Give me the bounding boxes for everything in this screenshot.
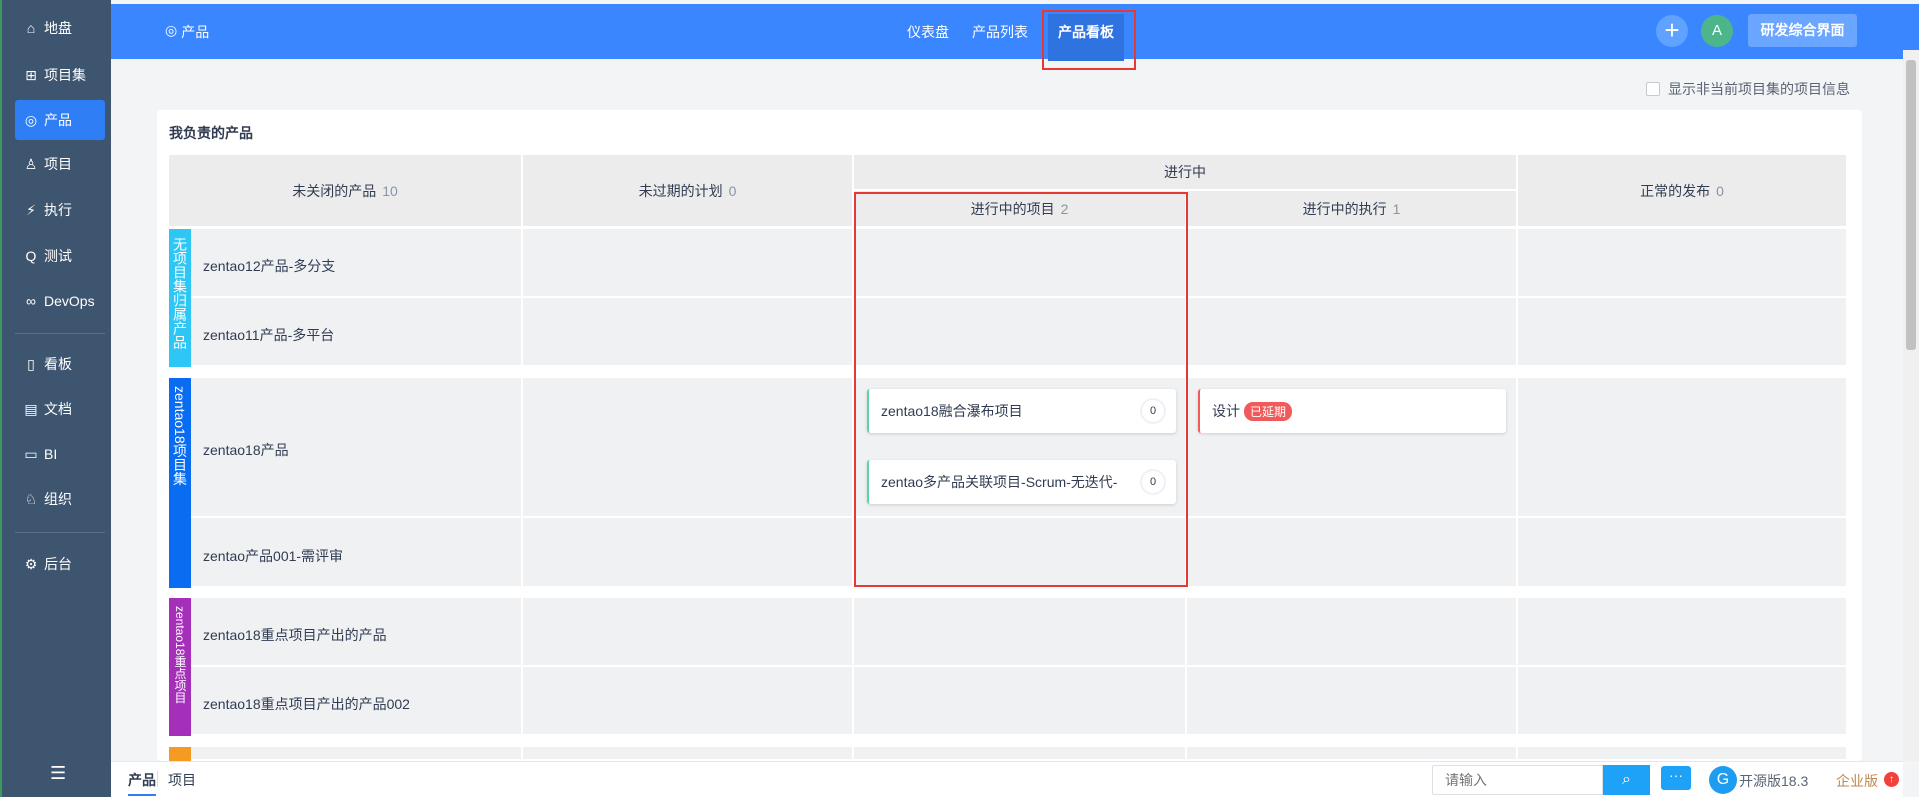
- sidebar-divider: [15, 333, 105, 334]
- bottom-tab-project[interactable]: 项目: [168, 770, 196, 790]
- sidebar-item-product[interactable]: ◎ 产品: [15, 100, 105, 140]
- board-cell: [523, 298, 854, 367]
- sidebar-item-dashboard[interactable]: ⌂ 地盘: [15, 8, 105, 48]
- board-cell: [1518, 518, 1848, 588]
- board-cell: [1518, 298, 1848, 367]
- sidebar-item-project[interactable]: ♙ 项目: [15, 144, 105, 184]
- board-cell: [1187, 667, 1518, 736]
- module-title: ◎ 产品: [165, 22, 210, 40]
- scrollbar[interactable]: [1903, 50, 1919, 761]
- bottom-bar: 产品 项目 ⌕ ··· G 开源版18.3 企业版 ↑: [111, 761, 1903, 797]
- board-cell: [1518, 229, 1848, 298]
- avatar[interactable]: A: [1701, 15, 1733, 47]
- app-switch-button[interactable]: 研发综合界面: [1748, 14, 1857, 47]
- group-label: zentao18项目集: [169, 378, 191, 588]
- rocket-icon: ♙: [24, 155, 38, 172]
- column-header-releases: 正常的发布 0: [1518, 155, 1848, 228]
- board-cell: [1187, 229, 1518, 298]
- board-cell: [191, 747, 523, 761]
- version-label: 开源版18.3: [1739, 773, 1809, 789]
- board-cell: [1518, 747, 1848, 761]
- column-header-products: 未关闭的产品 10: [169, 155, 523, 228]
- upgrade-icon: ↑: [1884, 772, 1899, 787]
- board-cell: [1187, 518, 1518, 588]
- sidebar-item-doc[interactable]: ▤ 文档: [15, 389, 105, 429]
- board-cell: [854, 747, 1187, 761]
- board-cell: [523, 598, 854, 667]
- board-cell: [523, 747, 854, 761]
- sidebar-item-execution[interactable]: ⚡ 执行: [15, 190, 105, 230]
- sidebar-item-program[interactable]: ⊞ 项目集: [15, 55, 105, 95]
- board-cell: [1187, 598, 1518, 667]
- sidebar-item-org[interactable]: ♘ 组织: [15, 479, 105, 519]
- grid-icon: ⊞: [25, 66, 37, 83]
- product-name[interactable]: zentao12产品-多分支: [203, 256, 335, 276]
- group-label: zentao18重点项目: [169, 598, 191, 736]
- product-name[interactable]: zentao产品001-需评审: [203, 546, 343, 566]
- highlight-box: [854, 192, 1188, 587]
- board-cell: [523, 667, 854, 736]
- sidebar-item-test[interactable]: Q 测试: [15, 236, 105, 276]
- board-cell: [523, 378, 854, 518]
- product-name[interactable]: zentao18产品: [203, 440, 289, 460]
- sidebar-divider: [15, 532, 105, 533]
- scrollbar-thumb[interactable]: [1906, 60, 1916, 350]
- sidebar-item-kanban[interactable]: ▯ 看板: [15, 344, 105, 384]
- nav-dashboard[interactable]: 仪表盘: [907, 22, 949, 42]
- bulb-icon: ◎: [24, 111, 38, 128]
- highlight-box: [1042, 10, 1136, 70]
- bulb-icon: ◎: [165, 22, 178, 38]
- doc-icon: ▤: [24, 400, 38, 417]
- board-cell: [523, 518, 854, 588]
- kanban-icon: ▯: [27, 355, 35, 372]
- show-other-checkbox[interactable]: [1646, 82, 1660, 96]
- chart-icon: ▭: [24, 445, 38, 462]
- board-cell: [1518, 378, 1848, 518]
- search-icon: ⌕: [1622, 771, 1631, 788]
- collapse-menu-icon[interactable]: ☰: [50, 763, 66, 784]
- board-cell: [854, 598, 1187, 667]
- search-input[interactable]: [1432, 765, 1603, 795]
- run-icon: ⚡: [26, 201, 36, 218]
- infinity-icon: ∞: [26, 293, 36, 309]
- bottom-tab-product[interactable]: 产品: [128, 770, 156, 796]
- group-label: 无项目集归属产品: [169, 229, 191, 367]
- search-button[interactable]: ⌕: [1603, 765, 1650, 795]
- sidebar-item-admin[interactable]: ⚙ 后台: [15, 544, 105, 584]
- product-name[interactable]: zentao11产品-多平台: [203, 325, 334, 345]
- tab-divider: [157, 771, 158, 787]
- delayed-badge: 已延期: [1244, 401, 1293, 421]
- board-cell: [1187, 747, 1518, 761]
- home-icon: ⌂: [26, 20, 36, 36]
- sidebar-item-bi[interactable]: ▭ BI: [15, 434, 105, 474]
- column-header-in-progress: 进行中: [854, 155, 1518, 191]
- zentao-logo-icon: G: [1709, 766, 1737, 794]
- test-icon: Q: [25, 248, 37, 264]
- chat-icon[interactable]: ···: [1661, 766, 1691, 790]
- product-name[interactable]: zentao18重点项目产出的产品002: [203, 694, 410, 714]
- board-cell: [1518, 598, 1848, 667]
- board-cell: [523, 229, 854, 298]
- sidebar: ⌂ 地盘 ⊞ 项目集 ◎ 产品 ♙ 项目 ⚡ 执行 Q 测试 ∞ DevOps ▯ 看板 ▤ 文档…: [0, 0, 111, 797]
- header: ◎ 产品 仪表盘 产品列表 产品看板 + A 研发综合界面: [111, 4, 1919, 61]
- group-label: [169, 747, 191, 761]
- user-icon: ♘: [24, 490, 38, 507]
- column-header-plans: 未过期的计划 0: [523, 155, 854, 228]
- enterprise-link[interactable]: 企业版: [1836, 771, 1878, 791]
- gear-icon: ⚙: [24, 555, 38, 572]
- board-cell: [1518, 667, 1848, 736]
- product-name[interactable]: zentao18重点项目产出的产品: [203, 625, 387, 645]
- create-plus-button[interactable]: +: [1656, 15, 1688, 47]
- show-other-option[interactable]: 显示非当前项目集的项目信息: [1646, 79, 1850, 99]
- column-header-executions: 进行中的执行 1: [1187, 191, 1518, 228]
- board-cell: [1187, 298, 1518, 367]
- execution-card[interactable]: 设计 已延期: [1198, 389, 1506, 433]
- board-cell: [854, 667, 1187, 736]
- nav-product-list[interactable]: 产品列表: [972, 22, 1028, 42]
- sidebar-item-devops[interactable]: ∞ DevOps: [15, 281, 105, 321]
- board-title: 我负责的产品: [169, 125, 253, 141]
